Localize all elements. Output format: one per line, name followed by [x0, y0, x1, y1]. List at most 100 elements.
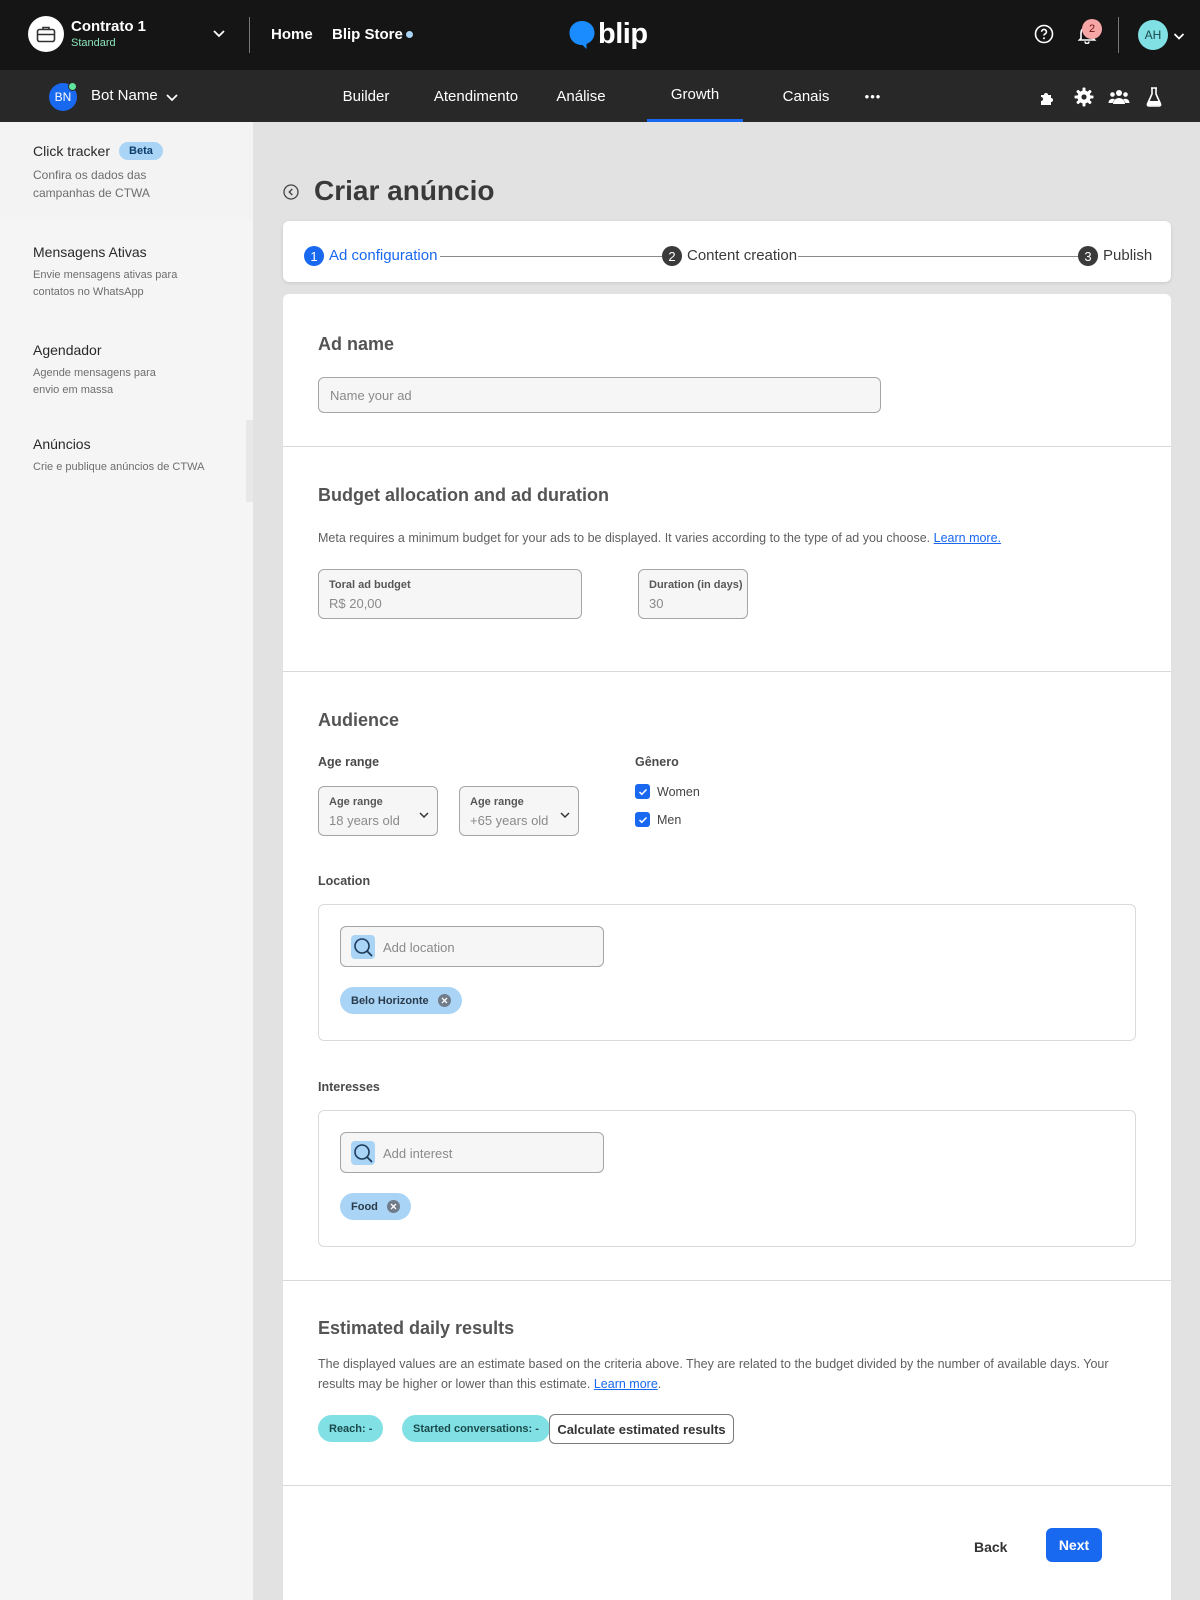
section-title-ad-name: Ad name — [318, 334, 395, 354]
sidebar-item-desc: Envie mensagens ativas para contatos no … — [33, 269, 178, 298]
field-label: Age range — [470, 796, 524, 808]
field-label: Age range — [329, 796, 383, 808]
men-label: Men — [657, 813, 682, 827]
divider — [283, 446, 1171, 447]
search-icon — [351, 935, 375, 959]
max-age-select[interactable]: Age range +65 years old — [459, 786, 579, 836]
total-budget-field[interactable]: Toral ad budget R$ 20,00 — [318, 569, 582, 619]
step-ad-configuration[interactable]: Ad configuration — [329, 247, 437, 264]
step-number: 2 — [662, 246, 682, 266]
field-value: 18 years old — [329, 813, 400, 828]
step-connector — [440, 256, 662, 257]
age-range-label: Age range — [318, 755, 380, 769]
conversations-pill: Started conversations: - — [402, 1415, 550, 1442]
gear-icon[interactable] — [1073, 86, 1095, 108]
ad-name-input[interactable]: Name your ad — [318, 377, 881, 413]
step-connector — [798, 256, 1085, 257]
learn-more-link[interactable]: Learn more — [594, 1377, 658, 1391]
close-icon[interactable] — [386, 1200, 400, 1213]
contract-plan: Standard — [71, 37, 116, 49]
puzzle-icon[interactable] — [1037, 86, 1059, 108]
next-button[interactable]: Next — [1046, 1528, 1102, 1562]
step-number: 1 — [304, 246, 324, 266]
active-indicator — [246, 420, 253, 502]
briefcase-icon[interactable] — [28, 16, 64, 52]
divider — [283, 1485, 1171, 1486]
blip-logo[interactable]: blip — [568, 18, 648, 51]
notification-badge: 2 — [1082, 19, 1102, 39]
back-button[interactable]: Back — [974, 1539, 1007, 1555]
tab-builder[interactable]: Builder — [330, 70, 402, 122]
more-icon[interactable]: ••• — [858, 70, 888, 122]
estimates-description: The displayed values are an estimate bas… — [318, 1357, 1109, 1391]
location-label: Location — [318, 874, 371, 888]
tab-atendimento[interactable]: Atendimento — [428, 70, 524, 122]
user-avatar[interactable]: AH — [1138, 20, 1168, 50]
chevron-down-icon — [419, 806, 429, 824]
store-dot — [406, 31, 413, 38]
chevron-down-icon[interactable] — [212, 26, 226, 44]
sidebar-item-label: Agendador — [33, 342, 102, 358]
help-icon[interactable] — [1032, 22, 1056, 46]
learn-more-link[interactable]: Learn more. — [934, 531, 1001, 545]
location-search-input[interactable]: Add location — [340, 926, 604, 967]
sidebar-item-anuncios[interactable]: Anúncios Crie e publique anúncios de CTW… — [0, 416, 253, 494]
tab-growth[interactable]: Growth — [647, 70, 743, 122]
interests-label: Interesses — [318, 1080, 380, 1094]
step-publish[interactable]: Publish — [1103, 247, 1152, 264]
men-checkbox[interactable] — [635, 812, 650, 827]
page-title: Criar anúncio — [314, 175, 495, 206]
field-value: 30 — [649, 596, 664, 611]
blip-store-link[interactable]: Blip Store — [332, 26, 403, 43]
women-label: Women — [657, 785, 700, 799]
duration-field[interactable]: Duration (in days) 30 — [638, 569, 748, 619]
step-content-creation[interactable]: Content creation — [687, 247, 797, 264]
divider — [1118, 17, 1119, 53]
sidebar-item-desc: Agende mensagens para envio em massa — [33, 367, 156, 396]
interest-search-input[interactable]: Add interest — [340, 1132, 604, 1173]
location-chip: Belo Horizonte — [340, 987, 462, 1014]
section-title-audience: Audience — [318, 710, 400, 730]
field-label: Duration (in days) — [649, 579, 743, 591]
tab-canais[interactable]: Canais — [776, 70, 836, 122]
sidebar-item-desc: Crie e publique anúncios de CTWA — [33, 461, 205, 473]
users-icon[interactable] — [1108, 86, 1130, 108]
divider — [283, 671, 1171, 672]
flask-icon[interactable] — [1143, 86, 1165, 108]
bot-name[interactable]: Bot Name — [91, 87, 158, 104]
women-checkbox[interactable] — [635, 784, 650, 799]
gender-label: Gênero — [635, 755, 679, 769]
section-title-budget: Budget allocation and ad duration — [318, 485, 610, 505]
location-box: Add location Belo Horizonte — [318, 904, 1136, 1041]
min-age-select[interactable]: Age range 18 years old — [318, 786, 438, 836]
divider — [283, 1280, 1171, 1281]
chevron-down-icon[interactable] — [1172, 24, 1186, 48]
input-placeholder: Add interest — [383, 1146, 453, 1161]
sidebar-item-label: Click tracker — [33, 143, 111, 159]
reach-pill: Reach: - — [318, 1415, 384, 1442]
sidebar-item-desc: Confira os dados das campanhas de CTWA — [33, 168, 150, 200]
search-icon — [351, 1141, 375, 1165]
sidebar-item-agendador[interactable]: Agendador Agende mensagens para envio em… — [0, 318, 253, 416]
input-placeholder: Add location — [383, 940, 455, 955]
home-link[interactable]: Home — [271, 26, 313, 43]
input-placeholder: Name your ad — [330, 388, 412, 403]
interest-chip: Food — [340, 1193, 411, 1220]
calculate-results-button[interactable]: Calculate estimated results — [549, 1414, 734, 1444]
close-icon[interactable] — [437, 994, 451, 1007]
sidebar-item-click-tracker[interactable]: Click tracker Beta Confira os dados das … — [0, 122, 253, 220]
contract-name[interactable]: Contrato 1 — [71, 18, 146, 35]
sidebar-item-label: Mensagens Ativas — [33, 244, 147, 260]
ad-form-card: Ad name Name your ad Budget allocation a… — [283, 294, 1171, 1600]
sidebar-item-label: Anúncios — [33, 436, 91, 452]
sidebar: Click tracker Beta Confira os dados das … — [0, 122, 253, 1600]
tab-analise[interactable]: Análise — [548, 70, 614, 122]
field-label: Toral ad budget — [329, 579, 411, 591]
back-arrow-icon[interactable] — [283, 184, 299, 200]
chevron-down-icon[interactable] — [165, 90, 179, 108]
bot-status-dot — [68, 82, 77, 91]
top-bar: Contrato 1 Standard Home Blip Store blip… — [0, 0, 1200, 70]
chevron-down-icon — [560, 806, 570, 824]
sidebar-item-mensagens-ativas[interactable]: Mensagens Ativas Envie mensagens ativas … — [0, 220, 253, 318]
budget-description: Meta requires a minimum budget for your … — [318, 531, 1002, 545]
